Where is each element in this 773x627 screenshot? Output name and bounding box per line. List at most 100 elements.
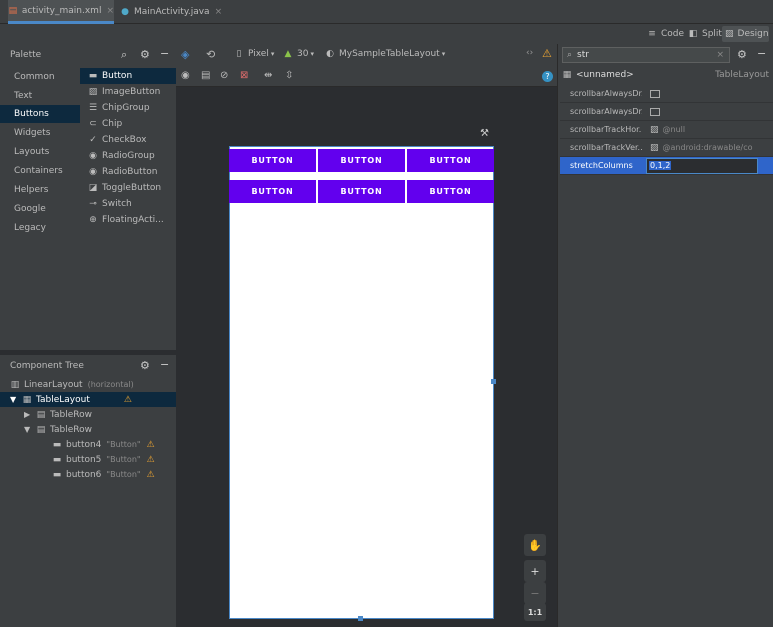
zoom-actual-size-button[interactable]: 1:1 [524,603,546,621]
align-vertical-icon[interactable]: ⇳ [285,70,293,81]
palette-item-imagebutton[interactable]: ▨ ImageButton [80,84,176,100]
table-row-preview[interactable]: BUTTON BUTTON BUTTON [229,149,494,172]
tab-label: MainActivity.java [134,7,210,17]
checkmark-icon: ✓ [89,135,97,145]
palette-item-radiobutton[interactable]: ◉ RadioButton [80,164,176,180]
phone-icon: ▯ [236,49,242,59]
palette-item-togglebutton[interactable]: ◪ ToggleButton [80,180,176,196]
margin-icon[interactable]: ▤ [201,70,210,81]
warning-icon[interactable]: ⚠ [147,470,155,480]
image-icon[interactable]: ▨ [650,125,659,135]
warning-icon[interactable]: ⚠ [124,395,132,405]
palette-item-radiogroup[interactable]: ◉ RadioGroup [80,148,176,164]
search-input[interactable]: str [577,50,589,60]
eye-icon[interactable]: ◉ [181,70,190,81]
design-mode-button[interactable]: ▨ Design [722,26,769,42]
palette-item-button[interactable]: ▬ Button [80,68,176,84]
palette-item-chipgroup[interactable]: ☰ ChipGroup [80,100,176,116]
preview-button[interactable]: BUTTON [229,149,316,172]
attribute-row[interactable]: scrollbarTrackHor... ▨ @null [560,121,773,139]
linear-layout-icon: ▥ [10,379,20,390]
drawable-icon[interactable] [650,89,660,98]
warning-icon[interactable]: ⚠ [147,455,155,465]
palette-item-checkbox[interactable]: ✓ CheckBox [80,132,176,148]
palette-category-layouts[interactable]: Layouts [0,143,80,161]
palette-category-widgets[interactable]: Widgets [0,124,80,142]
wrench-icon[interactable]: ⚒ [480,128,489,139]
tree-node-tablerow[interactable]: ▼ ▤ TableRow [0,422,176,437]
expand-icon[interactable]: ‹› [526,48,533,58]
warning-icon[interactable]: ⚠ [542,47,552,60]
palette-item-chip[interactable]: ⊂ Chip [80,116,176,132]
resize-handle[interactable] [491,379,496,384]
zoom-out-button[interactable]: − [524,582,546,604]
stretch-columns-input[interactable]: 0,1,2 [646,157,758,174]
table-row-preview[interactable]: BUTTON BUTTON BUTTON [229,180,494,203]
gear-icon[interactable]: ⚙ [737,48,747,61]
palette-item-switch[interactable]: ⊸ Switch [80,196,176,212]
code-lines-icon: ≡ [648,29,656,39]
device-preview[interactable] [229,146,494,619]
expand-arrow-icon[interactable]: ▼ [24,425,36,434]
preview-button[interactable]: BUTTON [229,180,316,203]
resize-handle[interactable] [358,616,363,621]
tree-node-tablerow[interactable]: ▶ ▤ TableRow [0,407,176,422]
split-mode-button[interactable]: ◧ Split [685,26,725,42]
align-horizontal-icon[interactable]: ⇹ [264,70,272,81]
pan-hand-icon[interactable]: ✋ [524,534,546,556]
tab-main-activity[interactable]: ● MainActivity.java × [120,0,244,24]
device-selector[interactable]: ▯ Pixel ▾ [234,49,275,59]
tree-node-linearlayout[interactable]: ▥ LinearLayout (horizontal) [0,377,176,392]
clear-search-icon[interactable]: × [716,50,724,60]
tree-node-button6[interactable]: ▬ button6 "Button" ⚠ [0,467,176,482]
clear-constraints-icon[interactable]: ⊠ [240,70,248,81]
palette-category-buttons[interactable]: Buttons [0,105,80,123]
help-icon[interactable]: ? [542,71,553,82]
tree-node-button5[interactable]: ▬ button5 "Button" ⚠ [0,452,176,467]
palette-item-fab[interactable]: ⊕ FloatingActi... [80,212,176,228]
theme-selector[interactable]: ◐ MySampleTableLayout ▾ [325,49,445,59]
tab-label: activity_main.xml [21,5,102,16]
palette-category-common[interactable]: Common [0,68,80,86]
gear-icon[interactable]: ⚙ [140,48,150,61]
palette-category-legacy[interactable]: Legacy [0,219,80,237]
drawable-icon[interactable] [650,107,660,116]
tree-node-tablelayout[interactable]: ▼ ▦ TableLayout ⚠ [0,392,176,407]
orientation-icon[interactable]: ⟲ [206,48,215,61]
palette-category-text[interactable]: Text [0,87,80,105]
table-layout-icon: ▦ [562,70,572,80]
preview-button[interactable]: BUTTON [318,180,405,203]
palette-category-google[interactable]: Google [0,200,80,218]
code-mode-button[interactable]: ≡ Code [644,26,687,42]
minimize-icon[interactable]: − [160,358,169,371]
warning-icon[interactable]: ⚠ [147,440,155,450]
palette-category-containers[interactable]: Containers [0,162,80,180]
tab-activity-main[interactable]: ▤ activity_main.xml × [8,0,114,24]
attribute-row[interactable]: scrollbarTrackVer... ▨ @android:drawable… [560,139,773,157]
close-icon[interactable]: × [215,7,223,17]
minimize-icon[interactable]: − [160,47,169,60]
tree-node-button4[interactable]: ▬ button4 "Button" ⚠ [0,437,176,452]
attribute-row[interactable]: scrollbarAlwaysDr... [560,85,773,103]
gear-icon[interactable]: ⚙ [140,359,150,372]
preview-button[interactable]: BUTTON [407,180,494,203]
attribute-row-stretchcolumns[interactable]: stretchColumns 0,1,2 [560,157,773,175]
preview-button[interactable]: BUTTON [318,149,405,172]
zoom-in-button[interactable]: + [524,560,546,582]
search-icon[interactable]: ⌕ [121,48,127,62]
preview-button[interactable]: BUTTON [407,149,494,172]
layers-icon[interactable]: ◈ [181,48,189,61]
autoconnect-icon[interactable]: ⊘ [220,70,228,81]
image-icon[interactable]: ▨ [650,143,659,153]
theme-icon: ◐ [326,49,334,59]
expand-arrow-icon[interactable]: ▼ [10,395,22,404]
api-selector[interactable]: ▲ 30 ▾ [283,49,314,59]
button-widget-icon: ▬ [52,469,62,480]
attribute-row[interactable]: scrollbarAlwaysDr... [560,103,773,121]
palette-category-helpers[interactable]: Helpers [0,181,80,199]
attribute-search-field[interactable]: ⌕ str × [562,47,730,63]
collapse-arrow-icon[interactable]: ▶ [24,410,36,419]
table-layout-icon: ▦ [22,394,32,405]
minimize-icon[interactable]: − [757,47,766,60]
close-icon[interactable]: × [106,6,114,16]
